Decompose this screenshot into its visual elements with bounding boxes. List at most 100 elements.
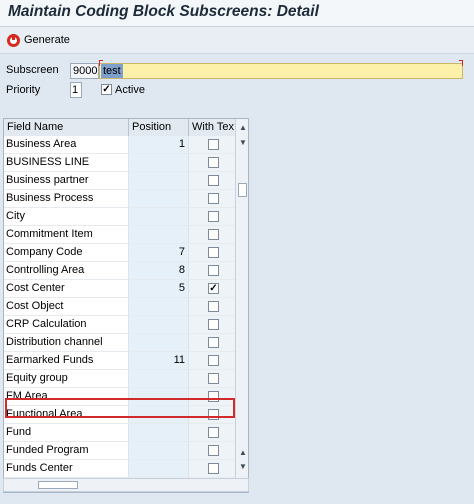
table-row[interactable]: BUSINESS LINE [4,154,235,172]
with-text-checkbox[interactable] [208,211,219,222]
subscreen-description-value: test [101,64,123,78]
column-header-field-name[interactable]: Field Name [4,119,129,136]
with-text-checkbox[interactable] [208,247,219,258]
position-input[interactable]: 1 [129,136,189,153]
with-text-cell [189,172,235,189]
field-name-cell: Cost Center [4,280,129,297]
table-row[interactable]: Cost Center 5 ✓ [4,280,235,298]
with-text-checkbox[interactable] [208,445,219,456]
scroll-up-bottom-icon[interactable]: ▲ [237,447,248,459]
field-name-cell: Fund [4,424,129,441]
field-name-cell: Business partner [4,172,129,189]
with-text-checkbox[interactable] [208,355,219,366]
field-name-cell: Controlling Area [4,262,129,279]
with-text-checkbox[interactable] [208,391,219,402]
with-text-checkbox[interactable] [208,337,219,348]
with-text-checkbox[interactable] [208,373,219,384]
position-input[interactable] [129,316,189,333]
required-marker-right [459,60,463,66]
field-name-cell: CRP Calculation [4,316,129,333]
position-input[interactable] [129,154,189,171]
column-header-position[interactable]: Position [129,119,189,136]
table-body: Business Area 1 BUSINESS LINE Business part… [4,136,235,478]
required-marker-left [99,60,103,66]
position-input[interactable]: 11 [129,352,189,369]
with-text-cell [189,370,235,387]
with-text-checkbox[interactable] [208,193,219,204]
table-row[interactable]: Functional Area [4,406,235,424]
position-input[interactable] [129,172,189,189]
table-row[interactable]: Business Process [4,190,235,208]
priority-label: Priority [6,84,41,96]
subscreen-description-input[interactable]: test [99,63,463,79]
field-name-cell: Cost Object [4,298,129,315]
position-input[interactable] [129,460,189,477]
with-text-checkbox[interactable] [208,427,219,438]
table-row[interactable]: Equity group [4,370,235,388]
position-input[interactable]: 8 [129,262,189,279]
position-input[interactable] [129,208,189,225]
position-input[interactable] [129,226,189,243]
generate-button[interactable]: Generate [7,31,70,49]
vertical-scrollbar[interactable]: ▲ ▼ ▲ ▼ [235,119,248,492]
table-row[interactable]: Earmarked Funds 11 [4,352,235,370]
table-row[interactable]: City [4,208,235,226]
table-row[interactable]: Business partner [4,172,235,190]
field-name-cell: City [4,208,129,225]
position-input[interactable] [129,388,189,405]
scroll-down-icon[interactable]: ▼ [237,137,248,149]
table-row[interactable]: Fund [4,424,235,442]
subscreen-id-field: 9000 [70,63,99,79]
with-text-checkbox[interactable] [208,265,219,276]
with-text-checkbox[interactable] [208,301,219,312]
with-text-checkbox[interactable] [208,139,219,150]
with-text-checkbox[interactable] [208,175,219,186]
subscreen-label: Subscreen [6,64,59,76]
horizontal-scrollbar[interactable] [3,478,249,492]
with-text-checkbox[interactable] [208,157,219,168]
with-text-cell [189,352,235,369]
position-input[interactable] [129,406,189,423]
with-text-checkbox[interactable] [208,319,219,330]
field-name-cell: Business Area [4,136,129,153]
column-header-with-text[interactable]: With Tex [189,119,235,136]
position-input[interactable] [129,190,189,207]
position-input[interactable]: 7 [129,244,189,261]
table-row[interactable]: FM Area [4,388,235,406]
table-row[interactable]: Business Area 1 [4,136,235,154]
position-input[interactable] [129,370,189,387]
field-name-cell: BUSINESS LINE [4,154,129,171]
table-row[interactable]: Controlling Area 8 [4,262,235,280]
with-text-cell: ✓ [189,280,235,297]
generate-icon [7,33,20,47]
table-row[interactable]: Distribution channel [4,334,235,352]
scroll-up-icon[interactable]: ▲ [237,122,248,134]
with-text-cell [189,460,235,477]
position-input[interactable] [129,424,189,441]
table-row[interactable]: CRP Calculation [4,316,235,334]
active-checkbox[interactable]: ✓ [101,84,112,95]
position-input[interactable] [129,334,189,351]
position-input[interactable] [129,442,189,459]
position-input[interactable] [129,298,189,315]
with-text-cell [189,244,235,261]
priority-input[interactable]: 1 [70,82,82,98]
table-row[interactable]: Commitment Item [4,226,235,244]
with-text-cell [189,442,235,459]
table-row[interactable]: Cost Object [4,298,235,316]
scroll-down-bottom-icon[interactable]: ▼ [237,461,248,473]
with-text-cell [189,226,235,243]
position-input[interactable]: 5 [129,280,189,297]
with-text-checkbox[interactable] [208,463,219,474]
with-text-checkbox[interactable]: ✓ [208,283,219,294]
table-row[interactable]: Funded Program [4,442,235,460]
scroll-thumb[interactable] [238,183,247,197]
table-row[interactable]: Funds Center [4,460,235,478]
table-header: Field Name Position With Tex [4,119,235,137]
horizontal-scroll-thumb[interactable] [38,481,78,489]
with-text-cell [189,316,235,333]
with-text-checkbox[interactable] [208,409,219,420]
table-row[interactable]: Company Code 7 [4,244,235,262]
field-name-cell: Functional Area [4,406,129,423]
with-text-checkbox[interactable] [208,229,219,240]
